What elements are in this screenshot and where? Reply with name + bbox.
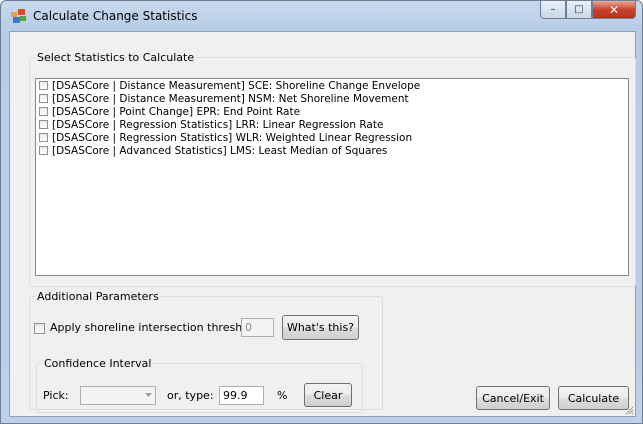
caption-buttons: – □ ✕ bbox=[540, 1, 636, 21]
whats-this-button[interactable]: What's this? bbox=[282, 315, 359, 340]
threshold-input[interactable] bbox=[241, 318, 274, 337]
cancel-exit-button[interactable]: Cancel/Exit bbox=[476, 386, 550, 410]
app-icon bbox=[11, 9, 26, 23]
percent-label: % bbox=[277, 389, 288, 402]
checkbox[interactable] bbox=[39, 94, 48, 103]
list-item-label: [DSASCore | Point Change] EPR: End Point… bbox=[52, 105, 301, 118]
checkbox[interactable] bbox=[39, 107, 48, 116]
dialog-window: Calculate Change Statistics – □ ✕ Select… bbox=[0, 0, 643, 424]
list-item[interactable]: [DSASCore | Distance Measurement] SCE: S… bbox=[36, 79, 628, 92]
list-item-label: [DSASCore | Advanced Statistics] LMS: Le… bbox=[52, 144, 388, 157]
chevron-down-icon bbox=[145, 393, 152, 397]
clear-button[interactable]: Clear bbox=[304, 383, 352, 407]
list-item-label: [DSASCore | Regression Statistics] WLR: … bbox=[52, 131, 413, 144]
pick-dropdown[interactable] bbox=[80, 386, 156, 405]
list-item-label: [DSASCore | Distance Measurement] SCE: S… bbox=[52, 79, 421, 92]
list-item-label: [DSASCore | Distance Measurement] NSM: N… bbox=[52, 92, 409, 105]
title-bar[interactable]: Calculate Change Statistics – □ ✕ bbox=[1, 1, 642, 31]
calculate-button[interactable]: Calculate bbox=[558, 386, 629, 410]
list-item[interactable]: [DSASCore | Regression Statistics] LRR: … bbox=[36, 118, 628, 131]
checkbox[interactable] bbox=[39, 133, 48, 142]
list-item[interactable]: [DSASCore | Regression Statistics] WLR: … bbox=[36, 131, 628, 144]
list-item-label: [DSASCore | Regression Statistics] LRR: … bbox=[52, 118, 384, 131]
threshold-label: Apply shoreline intersection threshold: bbox=[50, 321, 263, 334]
additional-parameters-legend: Additional Parameters bbox=[37, 290, 159, 303]
pick-label: Pick: bbox=[43, 389, 69, 402]
checkbox[interactable] bbox=[39, 120, 48, 129]
threshold-checkbox[interactable] bbox=[34, 323, 45, 334]
window-title: Calculate Change Statistics bbox=[33, 9, 198, 23]
confidence-value-input[interactable] bbox=[219, 386, 264, 405]
dialog-client-area: Select Statistics to Calculate [DSASCore… bbox=[9, 31, 636, 417]
confidence-interval-legend: Confidence Interval bbox=[44, 357, 152, 370]
or-type-label: or, type: bbox=[167, 389, 214, 402]
additional-parameters-group: Additional Parameters Apply shoreline in… bbox=[29, 290, 383, 413]
checkbox[interactable] bbox=[39, 146, 48, 155]
list-item[interactable]: [DSASCore | Point Change] EPR: End Point… bbox=[36, 105, 628, 118]
list-item[interactable]: [DSASCore | Advanced Statistics] LMS: Le… bbox=[36, 144, 628, 157]
maximize-button[interactable]: □ bbox=[566, 1, 592, 19]
close-button[interactable]: ✕ bbox=[592, 1, 636, 19]
statistics-checklist[interactable]: [DSASCore | Distance Measurement] SCE: S… bbox=[35, 78, 629, 276]
resize-grip-icon[interactable] bbox=[624, 405, 634, 415]
list-item[interactable]: [DSASCore | Distance Measurement] NSM: N… bbox=[36, 92, 628, 105]
select-statistics-legend: Select Statistics to Calculate bbox=[37, 51, 195, 64]
select-statistics-group: Select Statistics to Calculate [DSASCore… bbox=[29, 51, 636, 287]
checkbox[interactable] bbox=[39, 81, 48, 90]
minimize-button[interactable]: – bbox=[540, 1, 566, 19]
confidence-interval-group: Confidence Interval Pick: or, type: % Cl… bbox=[36, 357, 363, 413]
